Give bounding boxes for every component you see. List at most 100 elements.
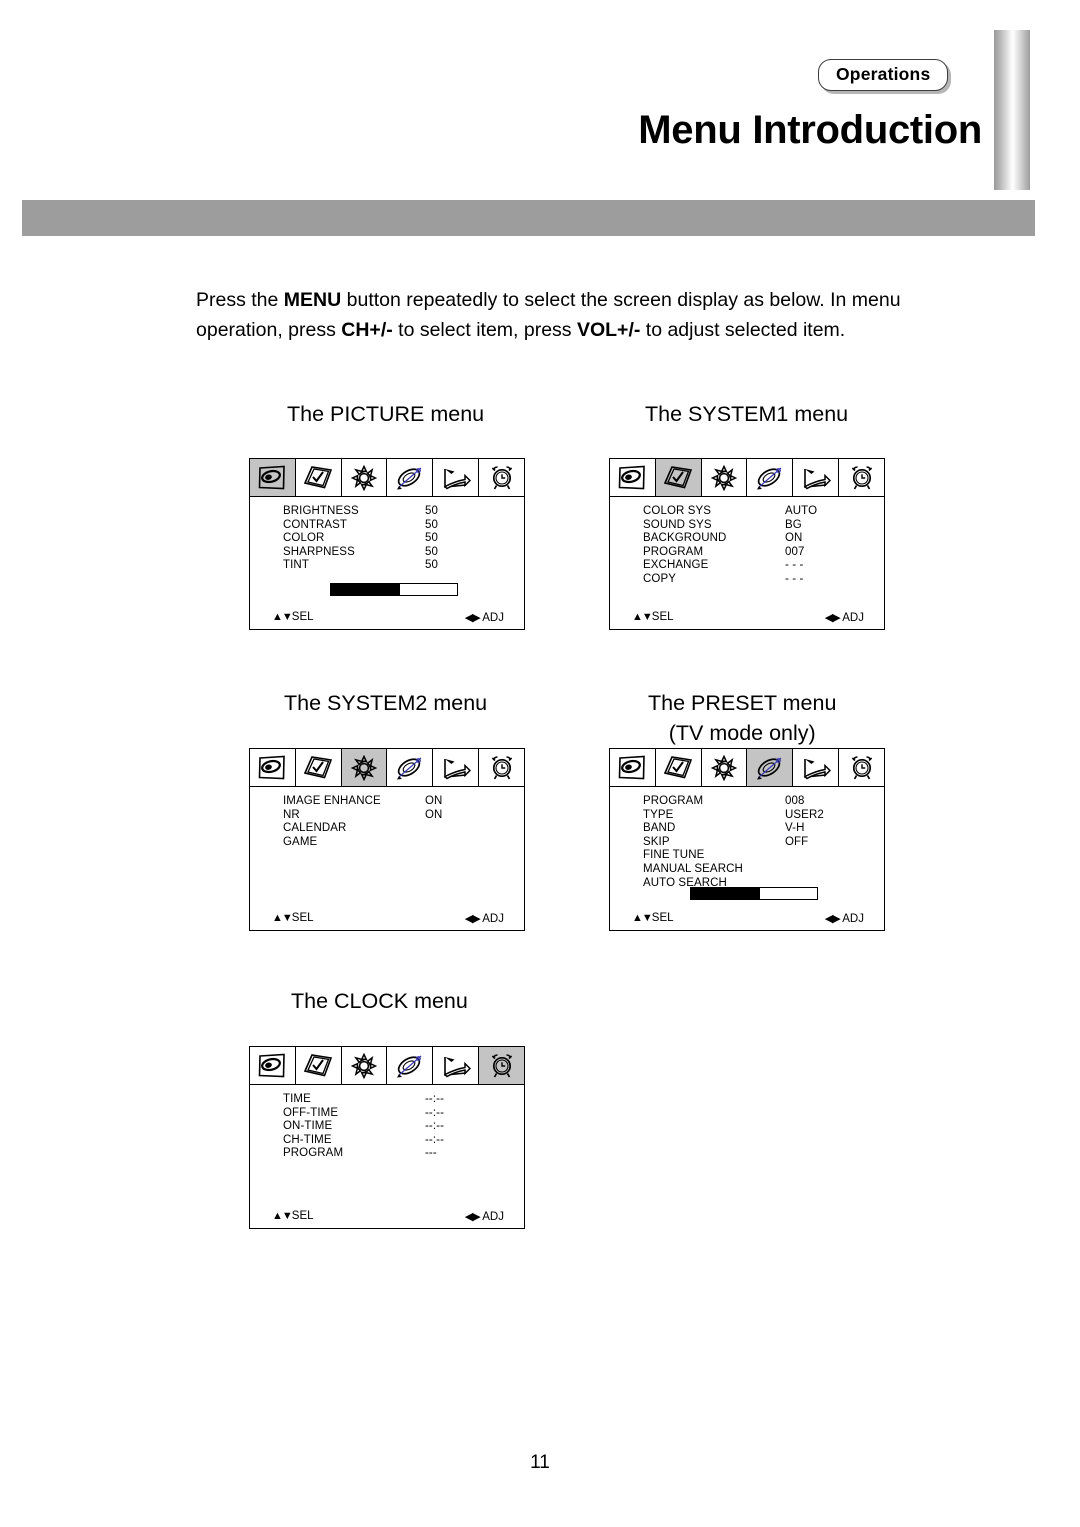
osd-menu-row[interactable]: OFF-TIME --:--	[283, 1107, 524, 1121]
osd-sel-hint: ▲▼SEL	[272, 912, 314, 925]
osd-menu-row[interactable]: BACKGROUND ON	[643, 532, 884, 546]
osd-menu-row[interactable]: COLOR 50	[283, 532, 524, 546]
osd-row-label: COLOR SYS	[643, 505, 712, 517]
menu-keyword: MENU	[283, 288, 342, 311]
osd-tab-system1-icon[interactable]	[295, 749, 342, 786]
osd-menu-row[interactable]: BAND V-H	[643, 822, 884, 836]
up-down-arrow-icon: ▲▼	[632, 912, 653, 924]
clock-icon	[848, 755, 876, 781]
osd-adj-label: ADJ	[842, 612, 864, 624]
osd-menu-row[interactable]: PROGRAM 008	[643, 795, 884, 809]
osd-tab-preset-icon[interactable]	[747, 749, 794, 786]
osd-row-value: ON	[425, 808, 443, 821]
osd-menu-row[interactable]: EXCHANGE - - -	[643, 559, 884, 573]
osd-tab-clock-icon[interactable]	[479, 1047, 524, 1084]
osd-footer: ▲▼SEL ◀▶ ADJ	[250, 1210, 524, 1223]
header-gray-band	[22, 200, 1035, 236]
osd-row-label: CH-TIME	[283, 1133, 332, 1146]
osd-adj-hint: ◀▶ ADJ	[465, 912, 504, 925]
picture-icon	[617, 465, 647, 491]
osd-tab-system2-icon[interactable]	[341, 749, 388, 786]
clock-icon	[848, 465, 876, 491]
osd-sel-hint: ▲▼SEL	[272, 611, 314, 624]
osd-menu-row[interactable]: ON-TIME --:--	[283, 1120, 524, 1134]
osd-tab-clock-icon[interactable]	[839, 459, 884, 496]
osd-tab-picture-icon[interactable]	[610, 459, 656, 496]
osd-footer: ▲▼SEL ◀▶ ADJ	[610, 611, 884, 624]
osd-sel-label: SEL	[291, 611, 314, 623]
osd-menu-row[interactable]: PROGRAM 007	[643, 546, 884, 560]
arrow-icon	[441, 1053, 471, 1079]
osd-tab-clock-icon[interactable]	[839, 749, 884, 786]
osd-menu-row[interactable]: CONTRAST 50	[283, 519, 524, 533]
osd-tab-picture-icon[interactable]	[250, 1047, 296, 1084]
osd-tab-picture-icon[interactable]	[250, 749, 296, 786]
osd-row-label: EXCHANGE	[643, 559, 709, 572]
osd-sel-hint: ▲▼SEL	[272, 1210, 314, 1223]
header-gradient-column	[994, 30, 1030, 190]
osd-menu-row[interactable]: SHARPNESS 50	[283, 546, 524, 560]
osd-sel-label: SEL	[291, 1210, 314, 1222]
osd-tab-system2-icon[interactable]	[341, 1047, 388, 1084]
osd-menu-row[interactable]: PROGRAM ---	[283, 1147, 524, 1161]
osd-tab-picture-icon[interactable]	[610, 749, 656, 786]
osd-tab-system2-icon[interactable]	[701, 749, 748, 786]
osd-menu-row[interactable]: SKIP OFF	[643, 836, 884, 850]
osd-row-value: AUTO	[785, 505, 818, 517]
osd-row-label: MANUAL SEARCH	[643, 862, 743, 875]
osd-row-value: OFF	[785, 835, 809, 848]
osd-menu-row[interactable]: TINT 50	[283, 559, 524, 573]
osd-tab-preset-icon[interactable]	[387, 1047, 434, 1084]
left-right-arrow-icon: ◀▶	[464, 1211, 481, 1223]
osd-tab-system1-icon[interactable]	[295, 459, 342, 496]
osd-tab-system2-icon[interactable]	[341, 459, 388, 496]
osd-tab-arrow-icon[interactable]	[793, 459, 840, 496]
osd-tab-system2-icon[interactable]	[701, 459, 748, 496]
preset-icon	[395, 1053, 425, 1079]
osd-menu-row[interactable]: NR ON	[283, 809, 524, 823]
osd-row-value: ON	[425, 795, 443, 807]
osd-row-value: 50	[425, 505, 438, 517]
system1-icon	[303, 1053, 333, 1079]
osd-tab-system1-icon[interactable]	[655, 459, 702, 496]
osd-tab-picture-icon[interactable]	[250, 459, 296, 496]
osd-tab-preset-icon[interactable]	[387, 749, 434, 786]
osd-tab-system1-icon[interactable]	[295, 1047, 342, 1084]
osd-menu-row[interactable]: GAME	[283, 836, 524, 850]
osd-progress-fill	[331, 584, 401, 595]
osd-menu-row[interactable]: IMAGE ENHANCE ON	[283, 795, 524, 809]
osd-tab-arrow-icon[interactable]	[433, 1047, 480, 1084]
picture-icon	[257, 755, 287, 781]
osd-body: COLOR SYS AUTO SOUND SYS BG BACKGROUND ON PROG…	[610, 497, 884, 629]
osd-menu-row[interactable]: FINE TUNE	[643, 849, 884, 863]
osd-tab-preset-icon[interactable]	[747, 459, 794, 496]
osd-tab-preset-icon[interactable]	[387, 459, 434, 496]
picture-icon	[617, 755, 647, 781]
osd-menu-row[interactable]: TYPE USER2	[643, 809, 884, 823]
osd-row-label: FINE TUNE	[643, 849, 705, 862]
osd-tab-clock-icon[interactable]	[479, 459, 524, 496]
osd-icon-bar	[250, 459, 524, 497]
osd-menu-row[interactable]: SOUND SYS BG	[643, 519, 884, 533]
system2-icon	[350, 1052, 378, 1079]
osd-menu-row[interactable]: CALENDAR	[283, 822, 524, 836]
osd-footer: ▲▼SEL ◀▶ ADJ	[610, 912, 884, 925]
osd-menu-row[interactable]: CH-TIME --:--	[283, 1134, 524, 1148]
osd-tab-arrow-icon[interactable]	[793, 749, 840, 786]
osd-row-label: BRIGHTNESS	[283, 505, 359, 517]
osd-tab-clock-icon[interactable]	[479, 749, 524, 786]
osd-tab-system1-icon[interactable]	[655, 749, 702, 786]
osd-menu-row[interactable]: BRIGHTNESS 50	[283, 505, 524, 519]
left-right-arrow-icon: ◀▶	[824, 913, 841, 925]
osd-menu-row[interactable]: MANUAL SEARCH	[643, 863, 884, 877]
osd-row-label: NR	[283, 808, 300, 821]
osd-menu-row[interactable]: TIME --:--	[283, 1093, 524, 1107]
osd-menu-row[interactable]: COPY - - -	[643, 573, 884, 587]
osd-adj-label: ADJ	[482, 913, 504, 925]
page-title: Menu Introduction	[638, 108, 982, 152]
osd-row-label: SKIP	[643, 835, 670, 848]
osd-menu-row[interactable]: COLOR SYS AUTO	[643, 505, 884, 519]
osd-row-value: 50	[425, 518, 438, 531]
osd-tab-arrow-icon[interactable]	[433, 459, 480, 496]
osd-tab-arrow-icon[interactable]	[433, 749, 480, 786]
